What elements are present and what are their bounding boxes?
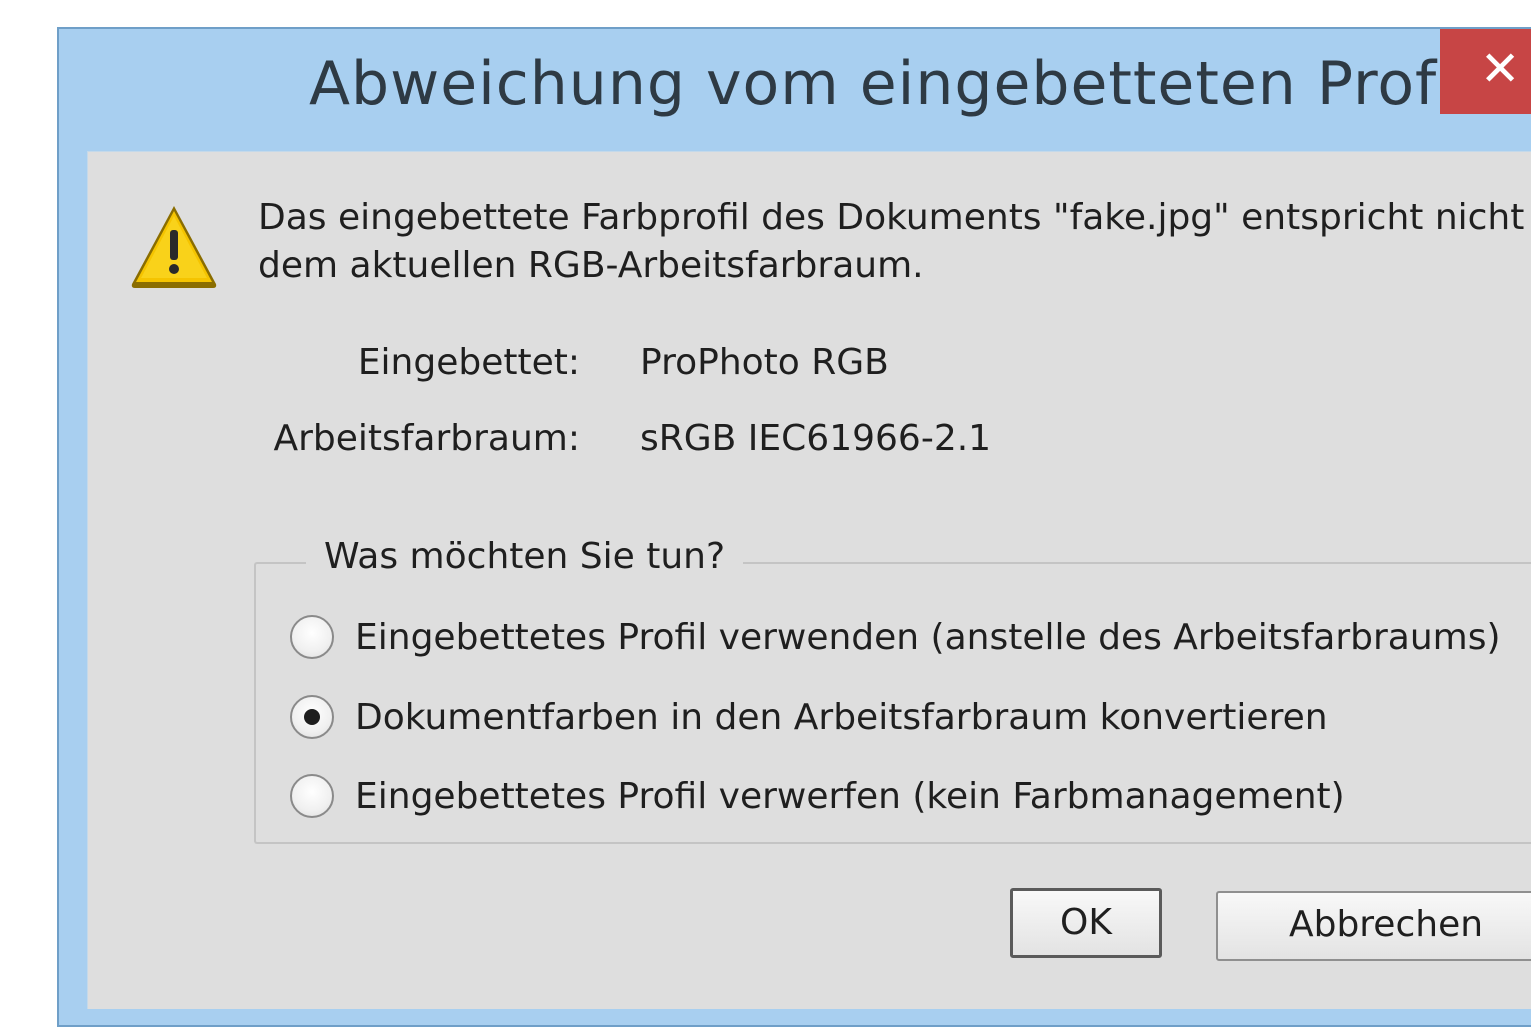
dialog-title: Abweichung vom eingebetteten Profil [309,49,1473,119]
message-line-1: Das eingebettete Farbprofil des Dokument… [258,197,1525,238]
cancel-button[interactable]: Abbrechen [1216,891,1531,961]
ok-button[interactable]: OK [1010,888,1162,958]
close-button[interactable]: ✕ [1440,29,1531,114]
close-icon: ✕ [1480,41,1521,97]
dialog-body: Das eingebettete Farbprofil des Dokument… [87,151,1531,1009]
working-space-label: Arbeitsfarbraum: [273,418,580,459]
radio-use-embedded[interactable] [290,615,334,659]
option-discard-label: Eingebettetes Profil verwerfen (kein Far… [355,775,1345,817]
option-convert[interactable]: Dokumentfarben in den Arbeitsfarbraum ko… [290,692,1328,742]
option-use-embedded[interactable]: Eingebettetes Profil verwenden (anstelle… [290,612,1501,662]
option-discard[interactable]: Eingebettetes Profil verwerfen (kein Far… [290,771,1345,821]
warning-icon [131,206,217,288]
working-space-value: sRGB IEC61966-2.1 [640,418,992,459]
message-line-2: dem aktuellen RGB-Arbeitsfarbraum. [258,245,924,286]
radio-convert[interactable] [290,695,334,739]
embedded-profile-value: ProPhoto RGB [640,342,889,383]
action-group-legend: Was möchten Sie tun? [306,536,744,577]
option-convert-label: Dokumentfarben in den Arbeitsfarbraum ko… [355,696,1328,738]
action-group: Was möchten Sie tun? Eingebettetes Profi… [254,536,1531,844]
dialog-window: Abweichung vom eingebetteten Profil ✕ Da… [57,27,1531,1027]
option-use-embedded-label: Eingebettetes Profil verwenden (anstelle… [355,616,1501,658]
embedded-profile-label: Eingebettet: [357,342,580,383]
message-text: Das eingebettete Farbprofil des Dokument… [258,194,1531,290]
radio-discard[interactable] [290,774,334,818]
